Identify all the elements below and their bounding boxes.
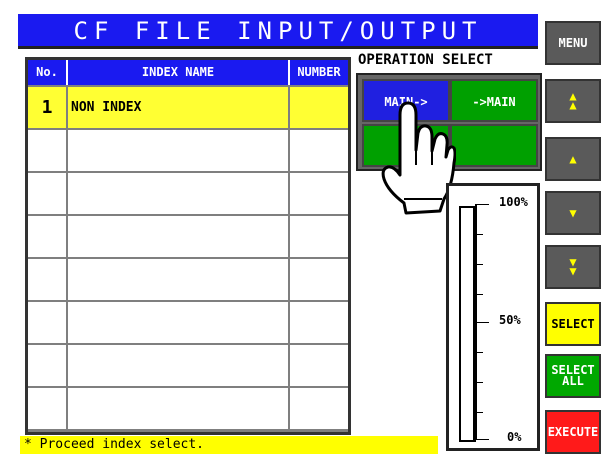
row-name-cell [68,216,290,257]
table-header: No. INDEX NAME NUMBER [28,60,348,85]
row-no-cell [28,130,68,171]
gauge-tick [475,382,483,383]
gauge-tick [475,412,483,413]
table-row[interactable] [28,343,348,386]
row-number-cell [290,130,348,171]
down-arrow-icon: ▼ [569,205,577,220]
page-up-button[interactable]: ▲ ▲ [545,79,601,123]
table-row[interactable] [28,128,348,171]
row-no-cell [28,259,68,300]
row-number-cell [290,302,348,343]
blank-op-button[interactable] [450,124,538,167]
double-up-arrow-icon: ▲ ▲ [569,89,577,112]
gauge-tick [475,294,483,295]
status-message: * Proceed index select. [20,436,438,454]
gauge-tick [475,322,489,323]
gauge-label-50: 50% [499,313,521,327]
column-index-name: INDEX NAME [68,60,290,85]
table-row[interactable] [28,171,348,214]
table-row[interactable] [28,214,348,257]
row-number-cell [290,216,348,257]
row-number-cell [290,259,348,300]
table-row[interactable]: 1 NON INDEX [28,85,348,128]
row-number-cell [290,345,348,386]
row-name-cell [68,130,290,171]
up-button[interactable]: ▲ [545,137,601,181]
gauge-label-0: 0% [507,430,522,444]
gauge-label-100: 100% [499,195,528,209]
gauge-tick [475,352,483,353]
row-name-cell [68,345,290,386]
progress-gauge: 100% 50% 0% [446,183,540,451]
table-row[interactable] [28,300,348,343]
column-number: NUMBER [290,60,348,85]
gauge-tick [475,264,483,265]
row-name-cell [68,302,290,343]
row-no-cell: 1 [28,87,68,128]
row-name-cell: NON INDEX [68,87,290,128]
double-down-arrow-icon: ▼ ▼ [569,255,577,278]
select-button[interactable]: SELECT [545,302,601,346]
gauge-tick [475,234,483,235]
operation-select-label: OPERATION SELECT [358,52,493,68]
gauge-tick [475,204,489,205]
cf-to-main-button[interactable]: ->MAIN [450,79,538,122]
select-all-button[interactable]: SELECT ALL [545,354,601,398]
execute-button[interactable]: EXECUTE [545,410,601,454]
row-number-cell [290,87,348,128]
row-no-cell [28,302,68,343]
row-no-cell [28,388,68,429]
row-name-cell [68,388,290,429]
select-all-label-2: ALL [562,374,584,388]
column-no: No. [28,60,68,85]
index-table: No. INDEX NAME NUMBER 1 NON INDEX [25,57,351,435]
screen-title: CF FILE INPUT/OUTPUT [18,14,538,49]
row-no-cell [28,173,68,214]
table-row[interactable] [28,257,348,300]
table-row[interactable] [28,386,348,429]
row-name-cell [68,259,290,300]
row-no-cell [28,345,68,386]
row-number-cell [290,173,348,214]
gauge-tick [475,439,489,440]
up-arrow-icon: ▲ [569,151,577,166]
hand-pointer-icon [381,101,456,215]
down-button[interactable]: ▼ [545,191,601,235]
menu-button[interactable]: MENU [545,21,601,65]
row-name-cell [68,173,290,214]
page-down-button[interactable]: ▼ ▼ [545,245,601,289]
row-no-cell [28,216,68,257]
gauge-tube [459,206,476,442]
row-number-cell [290,388,348,429]
